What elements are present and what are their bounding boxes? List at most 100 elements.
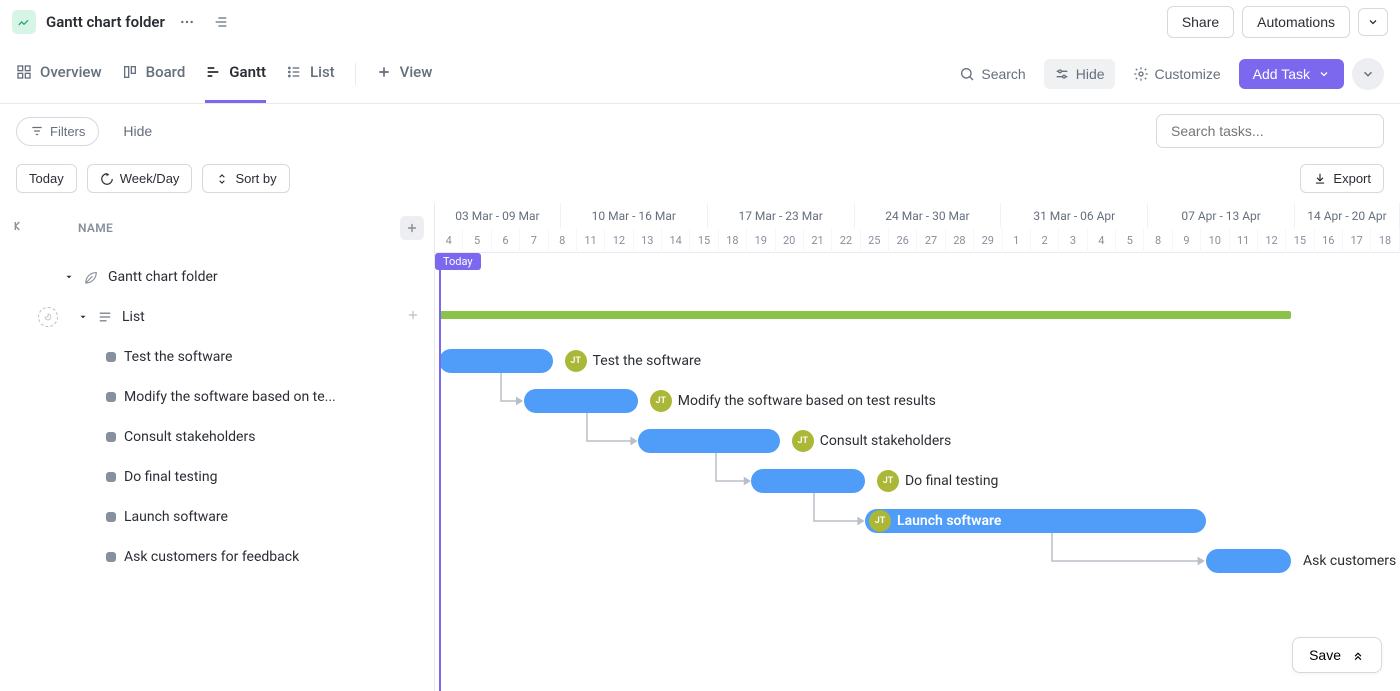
today-badge: Today [435,253,481,270]
add-view-label: View [400,63,433,81]
today-button[interactable]: Today [16,164,77,193]
status-dot-icon [106,432,116,442]
toolbar-row: Today Week/Day Sort by Export [0,158,1400,203]
customize-button[interactable]: Customize [1123,59,1231,89]
tree-task-label: Do final testing [124,469,217,485]
ellipsis-icon [179,14,195,30]
progress-circle-icon [38,307,58,327]
chevron-down-icon [1367,16,1379,28]
save-button[interactable]: Save [1292,637,1382,673]
tree-task-label: Ask customers for feedback [124,549,299,565]
hide-columns-button[interactable]: Hide [1044,59,1115,89]
assignee-chip[interactable]: JT [792,430,814,452]
views-right: Search Hide Customize Add Task [949,58,1384,90]
tab-overview-label: Overview [40,63,102,81]
gantt-area[interactable]: 03 Mar - 09 Mar10 Mar - 16 Mar17 Mar - 2… [435,203,1400,691]
day-header-cell: 19 [747,228,775,253]
tab-list-label: List [310,63,335,81]
more-actions-button[interactable] [1352,58,1384,90]
chevron-down-icon [1318,68,1330,80]
day-header-cell: 16 [1315,228,1343,253]
assignee-chip[interactable]: JT [877,470,899,492]
gantt-body: Today JTTest the software JTModify the sof… [435,253,1400,691]
filter-left: Filters Hide [16,117,162,146]
assignee-chip[interactable]: JT [565,350,587,372]
download-icon [1313,172,1327,186]
tab-list[interactable]: List [286,44,335,103]
add-task-to-list-button[interactable] [406,308,420,326]
calendar-icon [100,172,114,186]
gantt-task-label: Consult stakeholders [820,433,951,449]
search-button[interactable]: Search [949,59,1035,89]
hide-filters-button[interactable]: Hide [113,117,162,145]
tree-task-row[interactable]: Consult stakeholders [0,417,434,457]
day-header-cell: 7 [520,228,548,253]
day-header-cell: 9 [1173,228,1201,253]
tree-task-row[interactable]: Ask customers for feedback [0,537,434,577]
sort-button[interactable]: Sort by [202,164,289,193]
status-dot-icon [106,552,116,562]
day-header-cell: 4 [435,228,463,253]
day-header-cell: 18 [1371,228,1399,253]
outline-toggle-button[interactable] [209,10,233,34]
add-task-button[interactable]: Add Task [1239,59,1344,89]
tab-overview[interactable]: Overview [16,44,102,103]
day-header-cell: 15 [1286,228,1314,253]
week-header-cell: 24 Mar - 30 Mar [855,203,1002,228]
export-button[interactable]: Export [1300,164,1384,193]
day-header-cell: 13 [634,228,662,253]
status-dot-icon [106,512,116,522]
automations-button[interactable]: Automations [1242,6,1350,38]
assignee-chip[interactable]: JT [650,390,672,412]
week-header-cell: 31 Mar - 06 Apr [1001,203,1148,228]
titlebar: Gantt chart folder Share Automations [0,0,1400,44]
tree-folder-label: Gantt chart folder [108,269,218,285]
tree-folder-row[interactable]: Gantt chart folder [0,257,434,297]
filter-icon [30,124,44,138]
gantt-task-bar[interactable]: Ask customers for feedback [1206,549,1291,573]
week-header-cell: 10 Mar - 16 Mar [561,203,708,228]
day-header-cell: 12 [1258,228,1286,253]
gantt-task-bar[interactable]: JTDo final testing [751,469,865,493]
scale-button[interactable]: Week/Day [87,164,193,193]
tab-board-label: Board [146,63,186,81]
caret-down-icon [64,272,74,282]
status-dot-icon [106,352,116,362]
filters-button[interactable]: Filters [16,117,99,146]
tree-task-row[interactable]: Modify the software based on te... [0,377,434,417]
automations-label: Automations [1257,14,1335,30]
menu-right-icon [213,14,229,30]
list-lines-icon [96,308,114,326]
tree-task-row[interactable]: Test the software [0,337,434,377]
gantt-task-label: Launch software [897,513,1001,529]
day-header-cell: 18 [719,228,747,253]
assignee-chip[interactable]: JT [869,510,891,532]
timeline-header: 03 Mar - 09 Mar10 Mar - 16 Mar17 Mar - 2… [435,203,1400,253]
tab-board[interactable]: Board [122,44,186,103]
group-summary-bar[interactable] [439,311,1291,319]
folder-more-button[interactable] [175,10,199,34]
day-header-cell: 2 [1031,228,1059,253]
gantt-task-bar[interactable]: JTTest the software [439,349,553,373]
add-column-button[interactable] [400,216,424,240]
tab-gantt[interactable]: Gantt [205,44,266,103]
day-row: 4567811121314151819202122252627282912345… [435,228,1400,253]
tree-list-row[interactable]: List [0,297,434,337]
automations-caret-button[interactable] [1358,8,1388,36]
divider [355,63,356,85]
tree-task-row[interactable]: Launch software [0,497,434,537]
search-tasks-input[interactable] [1156,114,1384,148]
tree-task-row[interactable]: Do final testing [0,457,434,497]
export-label: Export [1333,171,1371,186]
week-header-cell: 03 Mar - 09 Mar [435,203,561,228]
share-button[interactable]: Share [1167,6,1234,38]
gantt-task-bar[interactable]: JTModify the software based on test resu… [524,389,638,413]
today-line [439,253,441,691]
gantt-task-bar[interactable]: JT Launch software [865,509,1206,533]
plus-icon [406,308,420,322]
gantt-task-bar[interactable]: JTConsult stakeholders [638,429,780,453]
week-row: 03 Mar - 09 Mar10 Mar - 16 Mar17 Mar - 2… [435,203,1400,228]
day-header-cell: 11 [1230,228,1258,253]
collapse-panel-button[interactable] [10,218,26,237]
add-view-button[interactable]: View [376,44,433,103]
